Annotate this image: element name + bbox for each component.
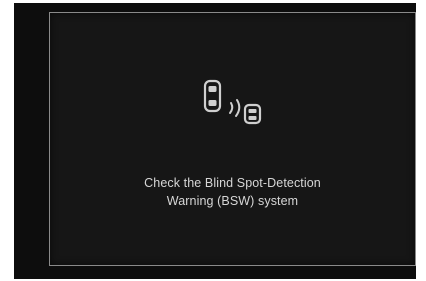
warning-message-line2: Warning (BSW) system: [166, 194, 299, 208]
warning-message: Check the Blind Spot-Detection Warning (…: [50, 174, 415, 210]
warning-panel: Check the Blind Spot-Detection Warning (…: [49, 12, 416, 266]
display-screen: Check the Blind Spot-Detection Warning (…: [14, 3, 416, 279]
blind-spot-warning-icon: [203, 79, 262, 125]
warning-message-line1: Check the Blind Spot-Detection: [144, 176, 321, 190]
